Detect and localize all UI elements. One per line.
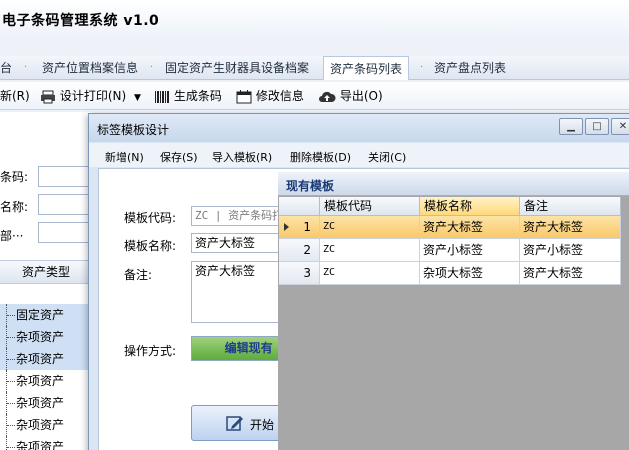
chevron-down-icon[interactable]: ▼ <box>134 93 141 103</box>
close-window-button[interactable]: ✕ <box>611 118 629 135</box>
edit-info-button[interactable]: 修改信息 <box>236 88 304 104</box>
new-button-label: 新(R) <box>0 89 30 103</box>
menu-save[interactable]: 保存(S) <box>160 149 198 165</box>
edit-info-label: 修改信息 <box>255 89 304 103</box>
cell-template-name[interactable]: 杂项大标签 <box>420 262 520 285</box>
dialog-title: 标签模板设计 <box>97 123 170 137</box>
tab-console[interactable]: 台 <box>0 56 12 80</box>
tree-item[interactable]: 杂项资产 <box>0 392 92 414</box>
row-number: 2 <box>279 239 320 262</box>
tab-fixed-asset-equipment[interactable]: 固定资产生财器具设备档案 <box>165 56 309 80</box>
maximize-icon: □ <box>592 121 602 132</box>
remark-textarea[interactable]: 资产大标签 <box>191 261 287 323</box>
column-header-template-code[interactable]: 模板代码 <box>320 197 420 216</box>
minimize-icon: ▁ <box>567 121 575 132</box>
tree-item[interactable]: 杂项资产 <box>0 348 92 370</box>
dialog-titlebar[interactable]: 标签模板设计 ▁ □ ✕ <box>89 114 629 142</box>
cell-template-code[interactable]: ZC <box>320 239 420 262</box>
menu-new[interactable]: 新增(N) <box>105 149 144 165</box>
generate-barcode-label: 生成条码 <box>173 89 222 103</box>
export-button[interactable]: 导出(O) <box>318 88 383 104</box>
new-button[interactable]: 新(R) <box>0 88 30 104</box>
menu-delete-template[interactable]: 删除模板(D) <box>290 149 351 165</box>
maximize-button[interactable]: □ <box>585 118 609 135</box>
dialog-menu-bar: 新增(N) 保存(S) 导入模板(R) 删除模板(D) 关闭(C) <box>89 143 629 167</box>
column-header-remark[interactable]: 备注 <box>520 197 621 216</box>
tab-asset-barcode-list[interactable]: 资产条码列表 <box>323 56 410 80</box>
tree-item[interactable]: 杂项资产 <box>0 370 92 392</box>
main-toolbar: 新(R) 设计打印(N) ▼ 生成条码 修改信息 导出(O) <box>0 82 629 110</box>
tree-item[interactable]: 杂项资产 <box>0 436 92 450</box>
operation-mode-label: 操作方式: <box>124 344 177 358</box>
existing-templates-title: 现有模板 <box>286 179 335 193</box>
tab-bar: 台 · 资产位置档案信息 · 固定资产生财器具设备档案 资产条码列表 · 资产盘… <box>0 56 629 80</box>
template-code-input[interactable]: ZC | 资产条码打 <box>191 206 287 226</box>
edit-icon <box>226 416 243 431</box>
existing-templates-header: 现有模板 <box>278 172 629 196</box>
row-number: 3 <box>279 262 320 285</box>
template-name-label: 模板名称: <box>124 239 177 253</box>
tab-separator-icon: · <box>24 62 28 73</box>
design-print-button[interactable]: 设计打印(N) ▼ <box>40 88 141 104</box>
menu-close[interactable]: 关闭(C) <box>368 149 406 165</box>
tree-item[interactable]: 杂项资产 <box>0 414 92 436</box>
tab-separator-icon: · <box>150 62 154 73</box>
tree-item[interactable]: 杂项资产 <box>0 326 92 348</box>
current-row-arrow-icon <box>284 223 289 231</box>
generate-barcode-button[interactable]: 生成条码 <box>154 88 222 104</box>
template-code-label: 模板代码: <box>124 211 177 225</box>
minimize-button[interactable]: ▁ <box>559 118 583 135</box>
tree-item[interactable]: 固定资产 <box>0 304 92 326</box>
template-name-input[interactable]: 资产大标签 <box>191 233 287 253</box>
app-titlebar: 电子条码管理系统 v1.0 <box>0 0 629 38</box>
start-button[interactable]: 开始 <box>191 405 287 441</box>
grid-corner-header <box>279 197 320 216</box>
name-label: 名称: <box>0 200 29 214</box>
export-label: 导出(O) <box>339 89 383 103</box>
tab-asset-location[interactable]: 资产位置档案信息 <box>42 56 138 80</box>
cell-remark[interactable]: 资产小标签 <box>520 239 621 262</box>
column-header-template-name[interactable]: 模板名称 <box>420 197 520 216</box>
cell-template-name[interactable]: 资产大标签 <box>420 216 520 239</box>
cell-remark[interactable]: 资产大标签 <box>520 262 621 285</box>
existing-templates-panel: 现有模板 模板代码 模板名称 备注 1 ZC 资产大标签 资产大标签 2 ZC … <box>278 172 629 450</box>
printer-icon <box>41 90 55 103</box>
cell-remark[interactable]: 资产大标签 <box>520 216 621 239</box>
barcode-label: 条码: <box>0 170 29 184</box>
tab-asset-inventory-list[interactable]: 资产盘点列表 <box>434 56 506 80</box>
cell-template-code[interactable]: ZC <box>320 262 420 285</box>
cloud-upload-icon <box>319 91 336 102</box>
filter-panel: 条码: 名称: 部··· 资产类型 固定资产 杂项资产 杂项资产 杂项资产 杂项… <box>0 112 98 450</box>
department-label: 部··· <box>0 229 24 243</box>
cell-template-code[interactable]: ZC <box>320 216 420 239</box>
calendar-icon <box>236 89 252 103</box>
tab-separator-icon: · <box>420 62 424 73</box>
barcode-icon <box>155 90 169 103</box>
design-print-label: 设计打印(N) <box>59 89 127 103</box>
remark-label: 备注: <box>124 268 153 282</box>
menu-import-template[interactable]: 导入模板(R) <box>212 149 272 165</box>
close-icon: ✕ <box>618 121 628 132</box>
start-button-label: 开始 <box>250 418 275 432</box>
cell-template-name[interactable]: 资产小标签 <box>420 239 520 262</box>
app-title: 电子条码管理系统 v1.0 <box>2 13 160 29</box>
asset-type-column-header[interactable]: 资产类型 <box>0 260 92 284</box>
row-number: 1 <box>279 216 320 239</box>
